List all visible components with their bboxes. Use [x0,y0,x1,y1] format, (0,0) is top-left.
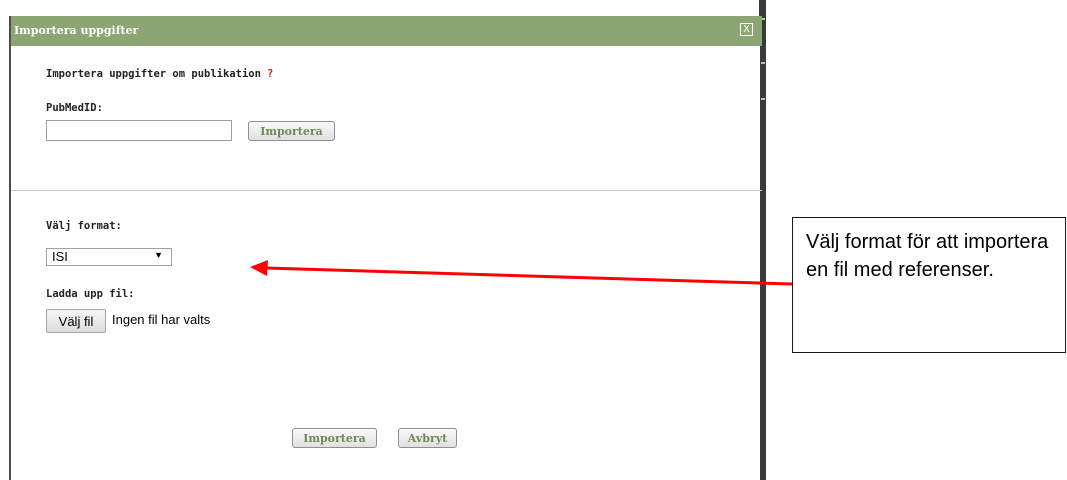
close-icon[interactable]: X [740,23,753,36]
dialog-titlebar: Importera uppgifter X [11,16,762,46]
format-label: Välj format: [46,220,122,232]
choose-file-button[interactable]: Välj fil [46,309,106,333]
backdrop-artifact [761,62,765,64]
file-status-text: Ingen fil har valts [112,312,211,327]
pubmed-import-button[interactable]: Importera [248,121,335,141]
callout-text: Välj format för att importera en fil med… [806,231,1049,281]
section-divider [11,190,762,191]
pubmed-heading-text: Importera uppgifter om publikation [46,68,261,80]
pubmed-id-input[interactable] [46,120,232,141]
dropdown-arrow-icon: ▼ [154,250,163,260]
upload-label: Ladda upp fil: [46,288,135,300]
format-select[interactable]: ISI ▼ [46,248,172,266]
footer-import-button[interactable]: Importera [292,428,377,448]
cancel-button[interactable]: Avbryt [398,428,457,448]
help-icon[interactable]: ? [267,68,273,80]
pubmed-heading: Importera uppgifter om publikation? [46,68,273,80]
import-dialog: Importera uppgifter X Importera uppgifte… [9,16,762,480]
pubmed-id-label: PubMedID: [46,102,103,114]
backdrop-artifact [761,98,765,100]
format-select-value: ISI [52,249,68,264]
annotation-callout: Välj format för att importera en fil med… [792,217,1066,353]
modal-backdrop-edge [759,0,766,480]
dialog-title: Importera uppgifter [14,24,139,37]
